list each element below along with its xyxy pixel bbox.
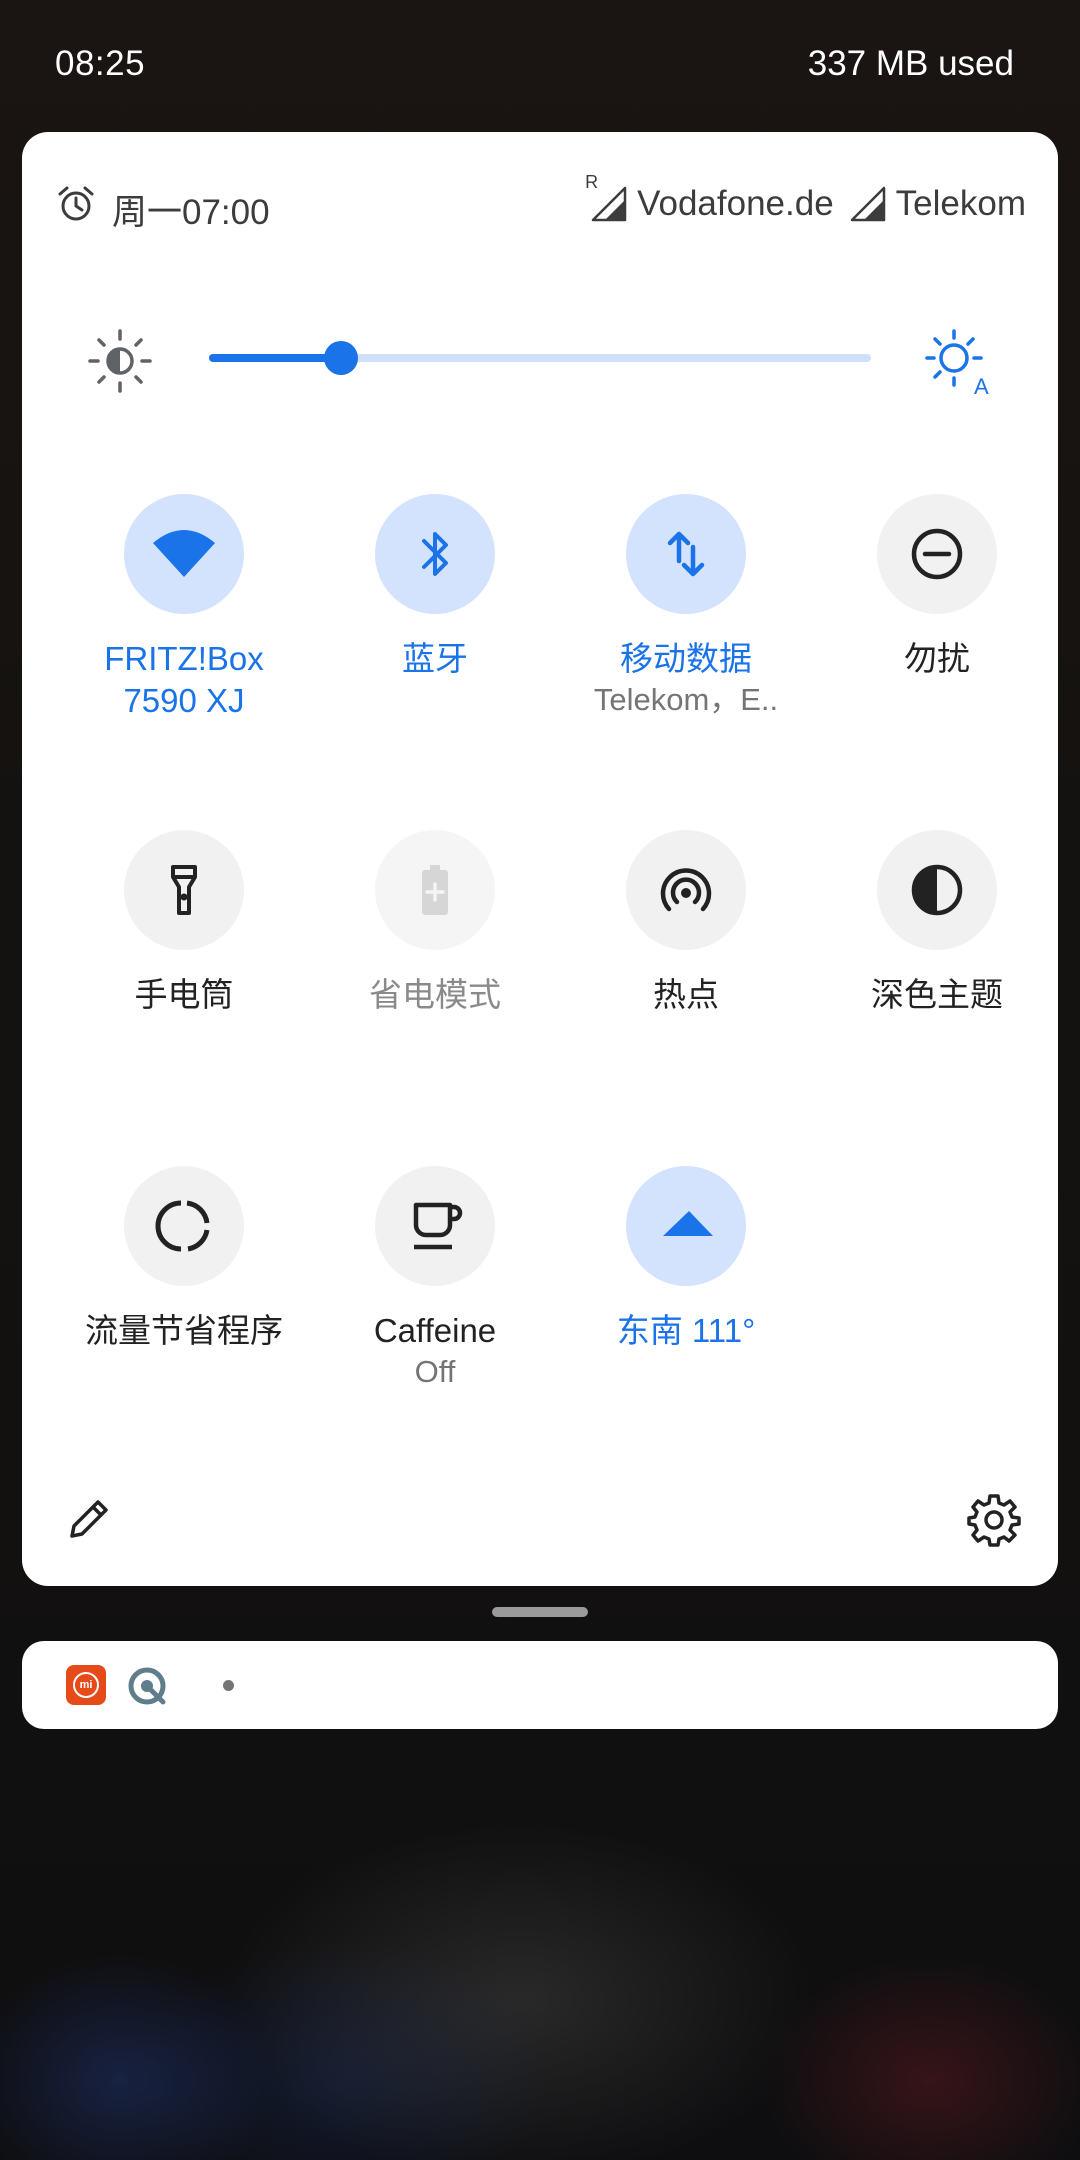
carrier-name: Telekom [895,184,1026,223]
tile-label: Caffeine [373,1312,497,1349]
tile-label: 流量节省程序 [85,1312,283,1349]
pencil-icon[interactable] [64,1494,114,1544]
memory-usage: 337 MB used [807,44,1014,83]
brightness-thumb[interactable] [324,341,359,375]
tile-label: 移动数据 [620,640,752,677]
mobile-data-icon [667,531,705,577]
status-bar: 08:25 337 MB used [0,0,1080,132]
dark-theme-icon [911,864,963,916]
tile-wifi-button[interactable] [124,494,244,614]
next-alarm[interactable]: 周一07:00 [112,184,270,235]
tile-mobile-data[interactable]: 移动数据 Telekom，E.. [561,494,811,720]
tile-label: 省电模式 [369,976,501,1013]
status-time: 08:25 [55,44,146,83]
tile-wifi[interactable]: FRITZ!Box 7590 XJ [59,494,309,722]
flashlight-icon [171,865,197,915]
tile-dnd-button[interactable] [877,494,997,614]
tile-hotspot-button[interactable] [626,830,746,950]
tile-flashlight[interactable]: 手电筒 [59,830,309,1016]
quick-settings-panel: 周一07:00 R Vodafone.de Telekom A FRITZ!Bo… [22,132,1058,1586]
battery-saver-icon [422,865,448,915]
tile-dark-theme[interactable]: 深色主题 [812,830,1062,1016]
tile-label: 东南 111° [616,1312,756,1349]
tile-dark-theme-button[interactable] [877,830,997,950]
hotspot-icon [660,868,712,912]
tile-caffeine-button[interactable] [375,1166,495,1286]
qs-header: 周一07:00 R Vodafone.de Telekom [22,172,1058,236]
tile-label: 深色主题 [871,976,1003,1013]
tile-label: FRITZ!Box 7590 XJ [104,640,264,719]
tile-data-saver[interactable]: 流量节省程序 [59,1166,309,1352]
tile-label: 蓝牙 [402,640,468,677]
tile-data-saver-button[interactable] [124,1166,244,1286]
tile-compass-button[interactable] [626,1166,746,1286]
tile-hotspot[interactable]: 热点 [561,830,811,1016]
tile-sublabel: Off [414,1354,456,1389]
bluetooth-icon [422,532,448,576]
tile-caffeine[interactable]: Caffeine Off [310,1166,560,1392]
tile-label: 勿扰 [904,640,970,677]
do-not-disturb-icon [911,528,963,580]
tile-label: 热点 [653,976,719,1013]
coffee-cup-icon [413,1202,463,1250]
brightness-slider[interactable] [209,341,871,375]
notification-strip[interactable]: mi [22,1641,1058,1729]
tile-flashlight-button[interactable] [124,830,244,950]
brightness-fill [209,354,342,362]
tile-bluetooth[interactable]: 蓝牙 [310,494,560,680]
carrier-name: Vodafone.de [637,184,834,223]
auto-letter: A [974,374,989,396]
roaming-indicator: R [585,172,627,222]
tile-bluetooth-button[interactable] [375,494,495,614]
data-saver-icon [155,1200,210,1252]
tile-do-not-disturb[interactable]: 勿扰 [812,494,1062,680]
alarm-clock-icon[interactable] [56,184,96,224]
brightness-auto-icon[interactable]: A [924,328,992,396]
tile-battery-saver[interactable]: 省电模式 [310,830,560,1016]
brightness-row: A [22,314,1058,404]
gear-icon[interactable] [966,1492,1022,1548]
signal-icon [850,186,885,222]
tile-mobile-data-button[interactable] [626,494,746,614]
tile-battery-saver-button[interactable] [375,830,495,950]
brightness-low-icon [88,329,152,393]
drag-handle[interactable] [492,1607,588,1617]
q-icon [128,1667,166,1705]
more-dot [223,1680,234,1691]
roaming-letter: R [585,172,599,192]
carrier-list: R Vodafone.de Telekom [585,172,1026,224]
tile-label: 手电筒 [134,976,234,1013]
wifi-icon [153,530,215,577]
mi-text: mi [73,1672,99,1698]
carrier-vodafone: R Vodafone.de [585,172,834,224]
compass-arrow-icon [663,1211,713,1236]
carrier-telekom: Telekom [850,184,1026,224]
mi-icon: mi [66,1665,106,1705]
tile-sublabel: Telekom，E.. [593,682,779,717]
tile-compass[interactable]: 东南 111° [561,1166,811,1352]
